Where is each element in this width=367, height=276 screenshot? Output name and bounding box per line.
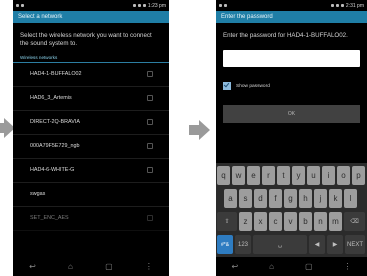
battery-icon	[340, 4, 344, 7]
home-icon[interactable]: ⌂	[68, 262, 73, 271]
key[interactable]: r	[262, 166, 275, 185]
key[interactable]: k	[329, 189, 342, 208]
network-name: swgas	[30, 191, 46, 197]
recent-apps-icon[interactable]: ▢	[105, 262, 113, 271]
key[interactable]: g	[284, 189, 297, 208]
screen-title: Select a network	[13, 11, 169, 23]
signal-icon	[335, 4, 339, 7]
lock-icon	[147, 167, 153, 173]
status-time: 2:31 pm	[345, 2, 364, 9]
network-item[interactable]: swgas	[13, 183, 169, 207]
key[interactable]: v	[284, 212, 297, 231]
menu-icon[interactable]: ⋮	[344, 262, 352, 271]
instruction-text: Select the wireless network you want to …	[20, 32, 152, 47]
home-icon[interactable]: ⌂	[269, 262, 274, 271]
show-password-row[interactable]: Show password	[223, 82, 360, 90]
wifi-icon	[132, 4, 136, 7]
instruction-text: Enter the password for HAD4-1-BUFFALO02.	[223, 32, 348, 39]
network-name: 000A79F5E729_ngb	[30, 143, 80, 149]
key[interactable]: b	[299, 212, 312, 231]
screen-title: Enter the password	[216, 11, 367, 23]
network-name: HAD4-1-BUFFALO02	[30, 71, 82, 77]
network-name: HAD4-6-WHITE-G	[30, 167, 75, 173]
key[interactable]: q	[217, 166, 230, 185]
notification-icon	[219, 4, 222, 7]
space-key[interactable]: ␣	[253, 235, 307, 254]
key[interactable]: y	[292, 166, 305, 185]
signal-icon	[137, 4, 141, 7]
lock-icon	[147, 143, 153, 149]
network-name: HAD6_3_Artemis	[30, 95, 72, 101]
key[interactable]: u	[307, 166, 320, 185]
network-name: SET_ENC_AES	[30, 215, 69, 221]
network-item[interactable]: HAD4-6-WHITE-G	[13, 159, 169, 183]
network-list: HAD4-1-BUFFALO02 HAD6_3_Artemis DIRECT-2…	[13, 63, 169, 231]
status-time: 1:23 pm	[147, 2, 166, 9]
status-bar: 1:23 pm	[13, 0, 169, 11]
phone-screen-select-network: 1:23 pm Select a network Select the wire…	[13, 0, 169, 276]
notification-icon	[16, 4, 19, 7]
cursor-left-key[interactable]: ◀	[309, 235, 325, 254]
key[interactable]: j	[314, 189, 327, 208]
password-input[interactable]	[223, 50, 360, 67]
backspace-key[interactable]: ⌫	[344, 212, 365, 231]
show-password-label: Show password	[236, 83, 270, 89]
key[interactable]: e	[247, 166, 260, 185]
menu-icon[interactable]: ⋮	[145, 262, 153, 271]
key[interactable]: f	[269, 189, 282, 208]
show-password-checkbox[interactable]	[223, 82, 231, 90]
back-icon[interactable]: ↩	[29, 262, 36, 271]
network-item[interactable]: DIRECT-2Q-BRAVIA	[13, 111, 169, 135]
key[interactable]: d	[254, 189, 267, 208]
network-item[interactable]: HAD4-1-BUFFALO02	[13, 63, 169, 87]
back-icon[interactable]: ↩	[231, 262, 238, 271]
wifi-icon	[330, 4, 334, 7]
key[interactable]: l	[344, 189, 357, 208]
lock-icon	[147, 71, 153, 77]
nav-bar: ↩ ⌂ ▢ ⋮	[13, 257, 169, 276]
key[interactable]: s	[239, 189, 252, 208]
key[interactable]: n	[314, 212, 327, 231]
key[interactable]: h	[299, 189, 312, 208]
key[interactable]: w	[232, 166, 245, 185]
ok-button[interactable]: OK	[223, 105, 360, 123]
key[interactable]: t	[277, 166, 290, 185]
battery-icon	[142, 4, 146, 7]
network-item[interactable]: SET_ENC_AES	[13, 207, 169, 231]
shift-key[interactable]: ⇧	[217, 212, 237, 231]
usb-icon	[224, 4, 227, 7]
phone-screen-enter-password: 2:31 pm Enter the password Enter the pas…	[216, 0, 367, 276]
mode-key[interactable]: #*&	[217, 235, 233, 254]
key[interactable]: x	[254, 212, 267, 231]
key[interactable]: i	[322, 166, 335, 185]
next-key[interactable]: NEXT	[345, 235, 365, 254]
soft-keyboard: q w e r t y u i o p a s d f g h j k l ⇧ …	[216, 163, 367, 257]
network-name: DIRECT-2Q-BRAVIA	[30, 119, 80, 125]
lock-icon	[147, 215, 153, 221]
recent-apps-icon[interactable]: ▢	[305, 262, 313, 271]
key[interactable]: m	[329, 212, 342, 231]
section-header: Wireless networks	[13, 55, 169, 63]
status-bar: 2:31 pm	[216, 0, 367, 11]
key[interactable]: c	[269, 212, 282, 231]
network-item[interactable]: HAD6_3_Artemis	[13, 87, 169, 111]
cursor-right-key[interactable]: ▶	[327, 235, 343, 254]
key[interactable]: a	[224, 189, 237, 208]
key[interactable]: z	[239, 212, 252, 231]
numbers-key[interactable]: 123	[235, 235, 251, 254]
lock-icon	[147, 119, 153, 125]
network-item[interactable]: 000A79F5E729_ngb	[13, 135, 169, 159]
key[interactable]: p	[352, 166, 365, 185]
key[interactable]: o	[337, 166, 350, 185]
nav-bar: ↩ ⌂ ▢ ⋮	[216, 257, 367, 276]
usb-icon	[21, 4, 24, 7]
lock-icon	[147, 95, 153, 101]
